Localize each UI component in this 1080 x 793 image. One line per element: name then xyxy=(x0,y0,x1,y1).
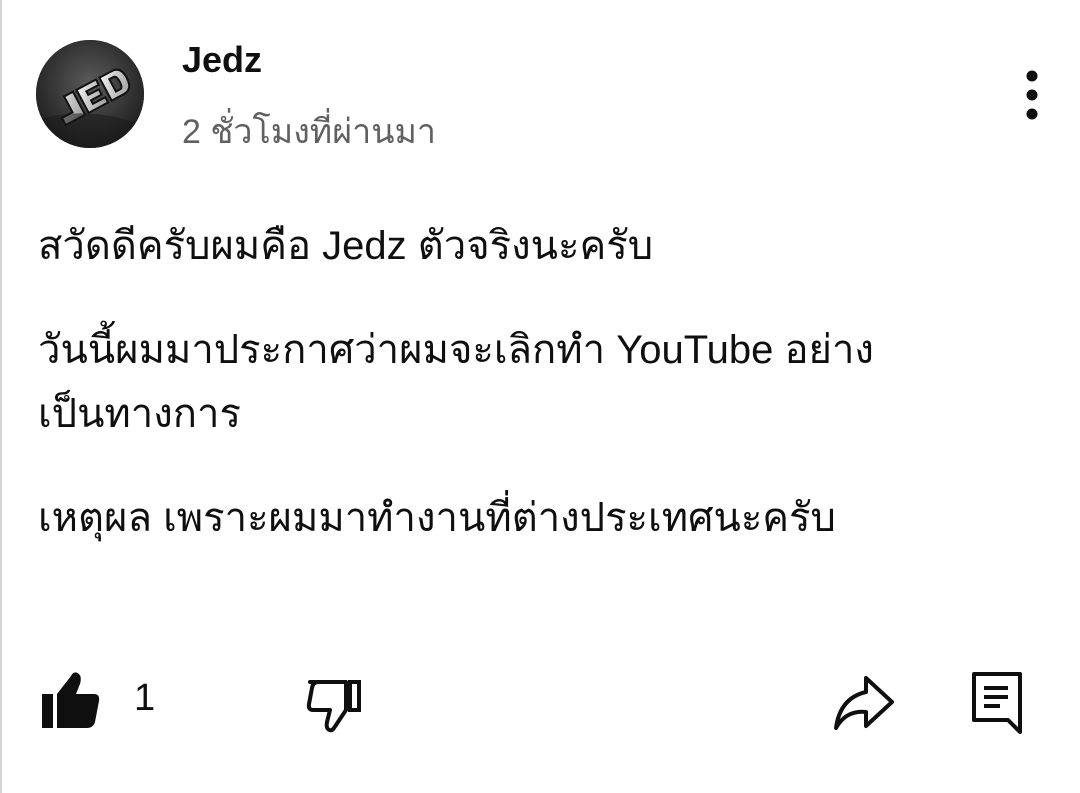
post-action-bar: 1 xyxy=(0,660,1080,740)
dislike-button[interactable] xyxy=(302,670,368,736)
share-button[interactable] xyxy=(830,670,898,736)
like-button[interactable] xyxy=(38,666,104,732)
author-name[interactable]: Jedz xyxy=(182,38,262,82)
avatar[interactable] xyxy=(36,40,144,148)
thumb-up-icon xyxy=(42,672,100,728)
more-vert-icon xyxy=(1026,70,1038,120)
community-post: Jedz 2 ชั่วโมงที่ผ่านมา สวัดดีครับผมคือ … xyxy=(0,0,1080,793)
post-paragraph: เหตุผล เพราะผมมาทำงานที่ต่างประเทศนะครับ xyxy=(38,496,836,540)
like-count: 1 xyxy=(134,677,156,719)
comment-icon xyxy=(972,672,1022,734)
post-paragraph: วันนี้ผมมาประกาศว่าผมจะเลิกทำ YouTube อย… xyxy=(38,328,874,436)
post-timestamp[interactable]: 2 ชั่วโมงที่ผ่านมา xyxy=(182,110,436,154)
post-body: สวัดดีครับผมคือ Jedz ตัวจริงนะครับ วันนี… xyxy=(38,214,1048,550)
thumb-down-icon xyxy=(306,680,361,733)
reply-button[interactable] xyxy=(966,666,1028,736)
post-paragraph: สวัดดีครับผมคือ Jedz ตัวจริงนะครับ xyxy=(38,224,654,268)
more-options-button[interactable] xyxy=(1006,62,1058,132)
jedz-logo-icon xyxy=(36,40,144,148)
share-icon xyxy=(834,676,894,730)
